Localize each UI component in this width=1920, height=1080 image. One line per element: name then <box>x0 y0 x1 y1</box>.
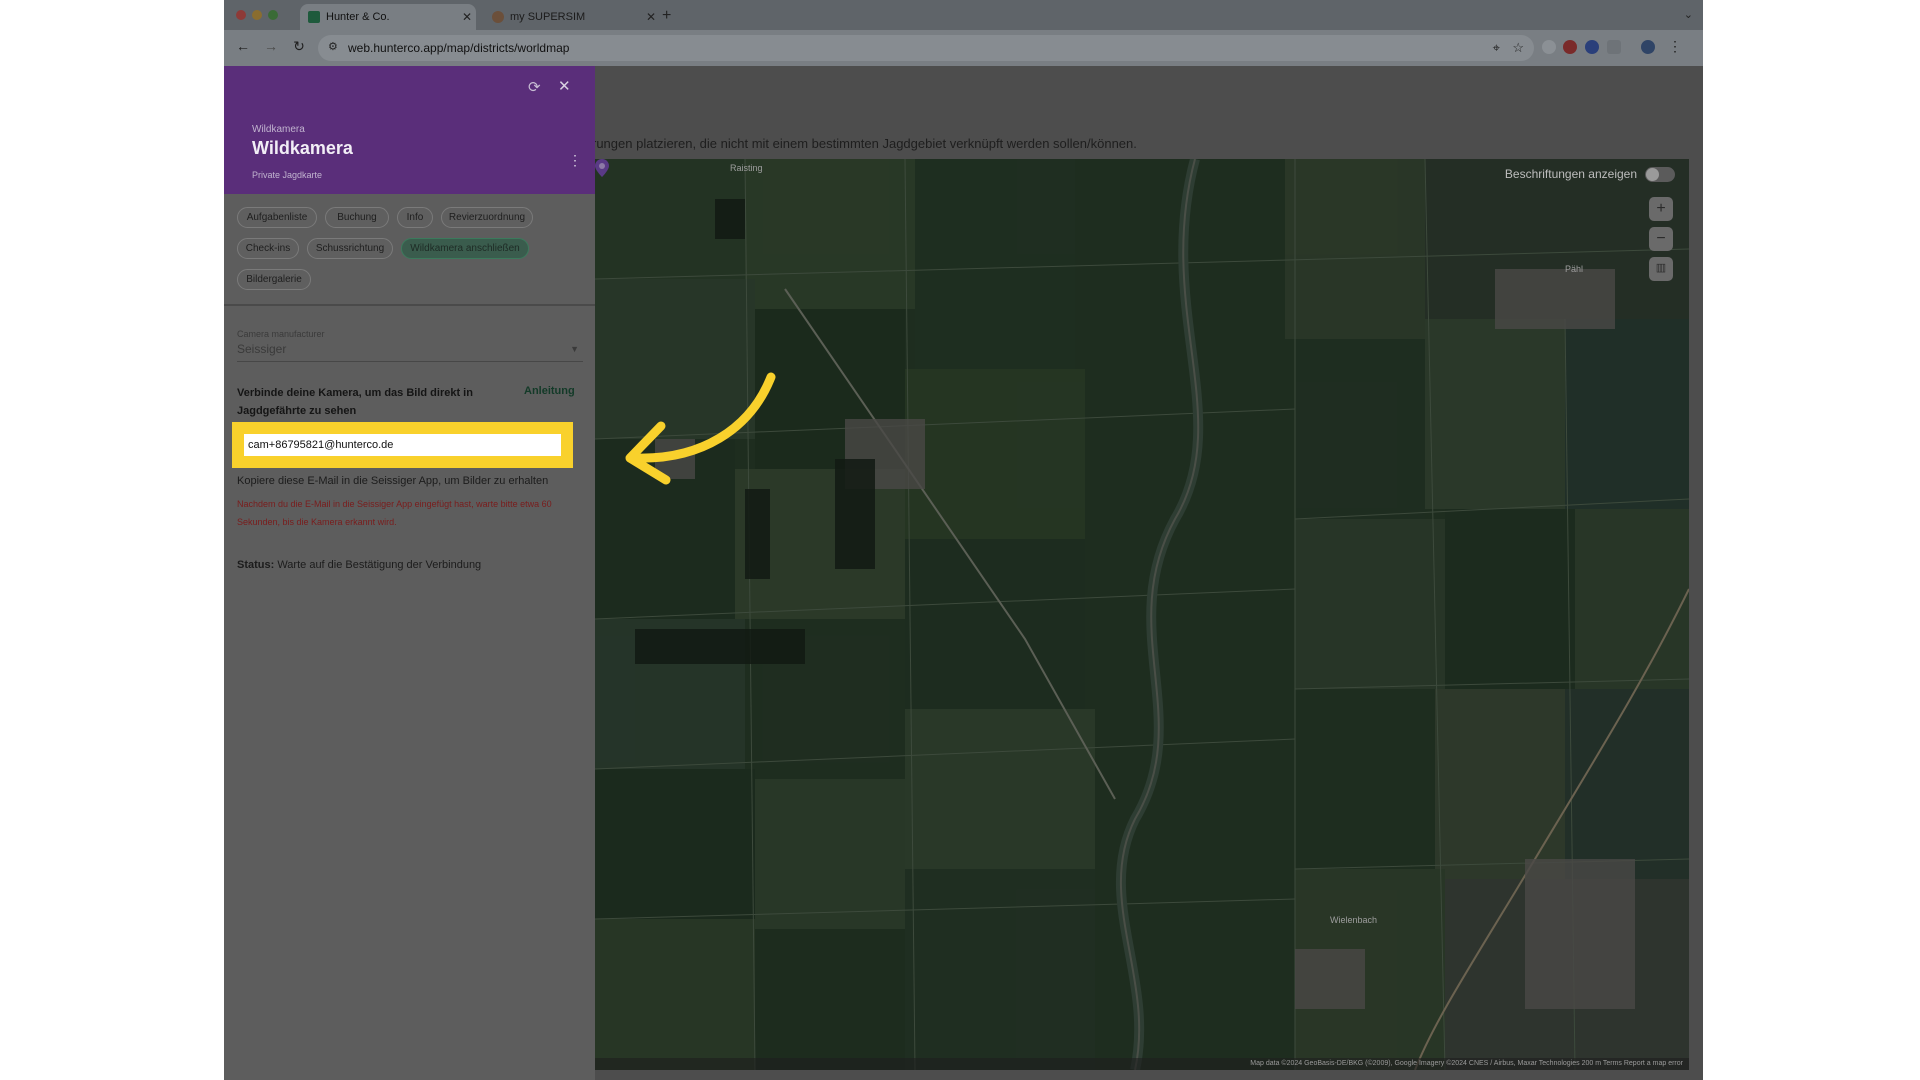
labels-toggle-label: Beschriftungen anzeigen <box>1504 167 1637 181</box>
translate-extension-icon[interactable] <box>1542 40 1556 54</box>
site-settings-icon[interactable]: ⚙ <box>328 40 338 53</box>
adblock-extension-icon[interactable] <box>1563 40 1577 54</box>
map-attribution: Map data ©2024 GeoBasis-DE/BKG (©2009), … <box>595 1058 1689 1070</box>
zoom-in-button[interactable]: + <box>1649 197 1673 221</box>
address-bar[interactable]: ⚙ web.hunterco.app/map/districts/worldma… <box>318 35 1534 61</box>
hunter-favicon-icon <box>308 11 320 23</box>
tab-search-chevron-icon[interactable]: ⌄ <box>1684 8 1693 21</box>
back-arrow-icon[interactable]: ← <box>234 38 252 54</box>
panel-header: ⟳ ✕ Wildkamera Wildkamera Private Jagdka… <box>224 66 595 194</box>
bookmark-star-icon[interactable]: ☆ <box>1512 40 1524 56</box>
maximize-window-button[interactable] <box>268 10 278 20</box>
chip-info[interactable]: Info <box>397 207 433 228</box>
browser-toolbar: ← → ↻ ⚙ web.hunterco.app/map/districts/w… <box>224 30 1703 66</box>
chip-schussrichtung[interactable]: Schussrichtung <box>307 238 393 259</box>
reload-icon[interactable]: ↻ <box>290 38 308 55</box>
satellite-map[interactable]: Raisting Pähl Wielenbach Beschriftungen … <box>595 159 1689 1070</box>
tab-strip: Hunter & Co. ✕ my SUPERSIM ✕ + ⌄ <box>224 0 1703 30</box>
camera-manufacturer-select[interactable]: Seissiger ▼ <box>237 342 583 362</box>
minimize-window-button[interactable] <box>252 10 262 20</box>
email-highlight-box: cam+86795821@hunterco.de <box>232 422 573 468</box>
place-label-wielenbach: Wielenbach <box>1330 915 1378 925</box>
wildkamera-panel: ⟳ ✕ Wildkamera Wildkamera Private Jagdka… <box>224 66 595 1080</box>
connect-instructions: Verbinde deine Kamera, um das Bild direk… <box>237 387 473 417</box>
profile-avatar-icon[interactable] <box>1641 40 1655 54</box>
guide-link[interactable]: Anleitung <box>524 385 575 397</box>
wait-warning: Nachdem du die E-Mail in die Seissiger A… <box>237 499 552 527</box>
camera-marker-icon[interactable] <box>595 159 609 177</box>
chip-aufgabenliste[interactable]: Aufgabenliste <box>237 207 317 228</box>
password-extension-icon[interactable] <box>1585 40 1599 54</box>
map-imagery <box>595 159 1689 1070</box>
tab-label: Hunter & Co. <box>326 11 390 23</box>
place-label-paehl: Pähl <box>1565 264 1584 274</box>
extensions-puzzle-icon[interactable] <box>1607 40 1621 54</box>
tab-label: my SUPERSIM <box>510 11 586 23</box>
page-description: rungen platzieren, die nicht mit einem b… <box>592 136 1137 151</box>
tab-my-supersim[interactable]: my SUPERSIM ✕ <box>484 4 660 30</box>
labels-toggle-switch[interactable] <box>1645 167 1675 182</box>
map-layers-icon[interactable]: ▥ <box>1649 257 1673 281</box>
chip-check-ins[interactable]: Check-ins <box>237 238 299 259</box>
chip-buchung[interactable]: Buchung <box>325 207 389 228</box>
page-content: rungen platzieren, die nicht mit einem b… <box>224 66 1703 1080</box>
more-options-icon[interactable]: ⋮ <box>568 152 582 169</box>
panel-divider <box>224 304 595 306</box>
forward-arrow-icon[interactable]: → <box>262 38 280 54</box>
location-pin-icon[interactable]: ⌖ <box>1493 40 1500 56</box>
chip-revierzuordnung[interactable]: Revierzuordnung <box>441 207 533 228</box>
url-text[interactable]: web.hunterco.app/map/districts/worldmap <box>348 41 569 55</box>
browser-window: Hunter & Co. ✕ my SUPERSIM ✕ + ⌄ ← → ↻ ⚙… <box>224 0 1703 1080</box>
copy-email-hint: Kopiere diese E-Mail in die Seissiger Ap… <box>237 475 549 487</box>
place-label-raisting: Raisting <box>730 163 763 173</box>
refresh-icon[interactable]: ⟳ <box>528 78 541 96</box>
panel-title: Wildkamera <box>252 138 353 158</box>
supersim-favicon-icon <box>492 11 504 23</box>
status-value: Warte auf die Bestätigung der Verbindung <box>274 559 482 571</box>
close-tab-icon[interactable]: ✕ <box>642 10 660 24</box>
browser-menu-icon[interactable]: ⋮ <box>1666 38 1684 55</box>
close-tab-icon[interactable]: ✕ <box>458 10 476 24</box>
close-window-button[interactable] <box>236 10 246 20</box>
new-tab-button[interactable]: + <box>662 7 671 25</box>
panel-subtitle: Private Jagdkarte <box>252 170 323 180</box>
camera-email-field[interactable]: cam+86795821@hunterco.de <box>244 434 561 456</box>
chevron-down-icon: ▼ <box>570 344 579 354</box>
camera-manufacturer-value: Seissiger <box>237 342 287 356</box>
tab-hunter-co[interactable]: Hunter & Co. ✕ <box>300 4 476 30</box>
zoom-out-button[interactable]: − <box>1649 227 1673 251</box>
camera-manufacturer-label: Camera manufacturer <box>237 329 325 339</box>
chip-wildkamera-anschliessen[interactable]: Wildkamera anschließen <box>401 238 529 259</box>
close-icon[interactable]: ✕ <box>558 77 571 95</box>
status-label: Status: <box>237 559 275 571</box>
connection-status: Status: Warte auf die Bestätigung der Ve… <box>237 559 481 571</box>
screen: Hunter & Co. ✕ my SUPERSIM ✕ + ⌄ ← → ↻ ⚙… <box>0 0 1920 1080</box>
chip-bildergalerie[interactable]: Bildergalerie <box>237 269 311 290</box>
panel-overline: Wildkamera <box>252 124 305 135</box>
